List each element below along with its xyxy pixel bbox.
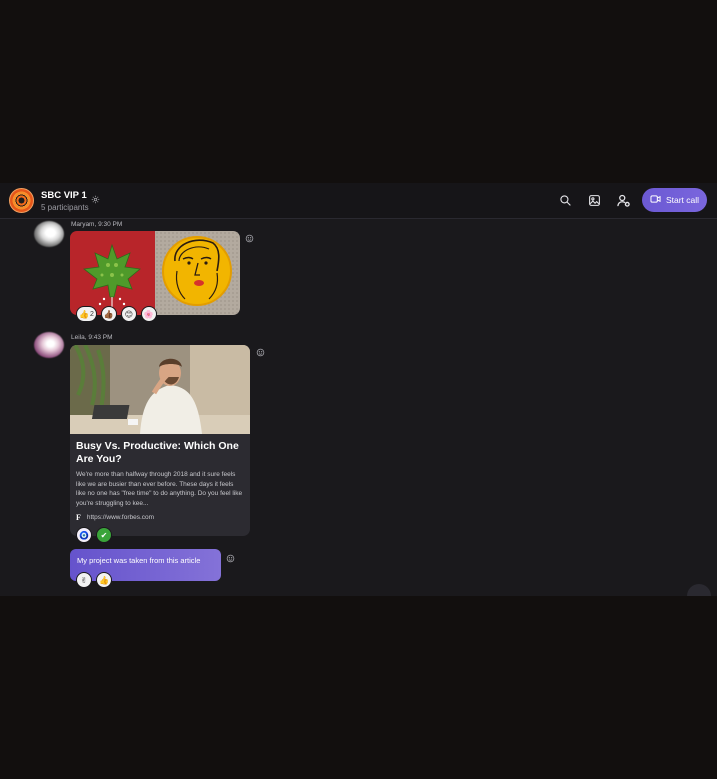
- image-thumbnail[interactable]: [70, 231, 155, 315]
- video-call-icon: [650, 194, 661, 206]
- message-text: My project was taken from this article: [77, 556, 201, 565]
- chat-window: SBC VIP 1 5 participants Start call Mary…: [0, 183, 717, 596]
- reaction-emoji: 👍: [79, 309, 89, 319]
- reaction-pill[interactable]: 😊: [120, 306, 137, 322]
- chat-title: SBC VIP 1: [41, 190, 87, 201]
- participants-count[interactable]: 5 participants: [41, 203, 100, 212]
- scroll-to-bottom-button[interactable]: [687, 584, 711, 596]
- reaction-emoji: 🌸: [143, 309, 154, 319]
- add-person-icon[interactable]: [615, 192, 631, 208]
- reactions-row: ✌ 👍: [76, 572, 112, 588]
- avatar[interactable]: [34, 332, 64, 358]
- link-preview-title: Busy Vs. Productive: Which One Are You?: [76, 440, 239, 465]
- reaction-pill[interactable]: ✔: [96, 527, 112, 543]
- gear-icon[interactable]: [91, 191, 100, 204]
- reaction-pill[interactable]: 🧿: [76, 527, 92, 543]
- message-sender-time: Leila, 9:43 PM: [71, 334, 113, 341]
- reaction-emoji: ✔: [100, 530, 108, 540]
- message-sender-time: Maryam, 9:30 PM: [71, 221, 123, 228]
- image-attachments: [70, 231, 240, 315]
- chat-header: SBC VIP 1 5 participants Start call: [0, 183, 717, 219]
- start-call-label: Start call: [665, 195, 700, 205]
- add-reaction-icon[interactable]: [226, 550, 235, 563]
- reaction-count: 2: [89, 310, 94, 318]
- start-call-button[interactable]: Start call: [642, 188, 707, 212]
- reaction-emoji: ✌: [80, 575, 88, 585]
- link-preview-card[interactable]: Busy Vs. Productive: Which One Are You? …: [70, 345, 250, 536]
- chat-title-block[interactable]: SBC VIP 1 5 participants: [41, 190, 100, 212]
- reaction-pill[interactable]: ✌: [76, 572, 92, 588]
- gallery-icon[interactable]: [586, 192, 602, 208]
- reaction-pill[interactable]: 👍: [96, 572, 112, 588]
- forbes-logo-icon: F: [76, 512, 81, 522]
- chevron-down-icon: [695, 589, 704, 596]
- reactions-row: 👍 2 👍🏾 😊 🌸: [76, 306, 157, 322]
- reactions-row: 🧿 ✔: [76, 527, 112, 543]
- reaction-emoji: 😊: [124, 309, 134, 319]
- group-avatar[interactable]: [9, 188, 34, 213]
- reaction-emoji: 👍🏾: [103, 309, 114, 319]
- search-icon[interactable]: [557, 192, 573, 208]
- link-preview-description: We're more than halfway through 2018 and…: [76, 471, 243, 508]
- add-reaction-icon[interactable]: [256, 344, 265, 357]
- reaction-pill[interactable]: 👍🏾: [100, 306, 117, 322]
- avatar[interactable]: [34, 221, 64, 247]
- reaction-pill[interactable]: 👍 2: [76, 306, 97, 322]
- image-thumbnail[interactable]: [155, 231, 240, 315]
- link-preview-image: [70, 345, 250, 434]
- add-reaction-icon[interactable]: [245, 230, 254, 243]
- reaction-emoji: 🧿: [79, 530, 89, 540]
- link-preview-url[interactable]: https://www.forbes.com: [87, 514, 154, 521]
- reaction-pill[interactable]: 🌸: [140, 306, 157, 322]
- reaction-emoji: 👍: [99, 575, 109, 585]
